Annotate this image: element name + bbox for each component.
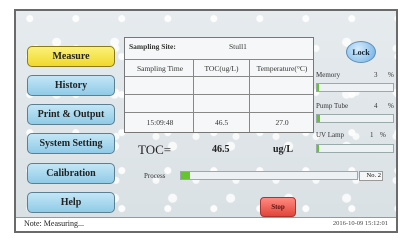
process-progress-fill — [181, 172, 190, 179]
table-divider — [125, 76, 313, 77]
lock-label: Lock — [352, 47, 370, 57]
help-button[interactable]: Help — [27, 192, 115, 213]
process-step-box: No. 2 — [359, 171, 383, 181]
calibration-button[interactable]: Calibration — [27, 163, 115, 184]
pump-tube-bar — [316, 114, 394, 123]
pump-tube-value: 4 — [374, 102, 378, 110]
process-label: Process — [144, 172, 166, 180]
status-note: Note: Measuring... — [24, 219, 84, 228]
help-label: Help — [60, 197, 82, 208]
uv-lamp-value: 1 — [370, 131, 374, 139]
stop-button[interactable]: Stop — [260, 197, 296, 217]
memory-bar — [316, 83, 394, 92]
toc-label: TOC= — [138, 142, 172, 157]
uv-lamp-fill — [317, 145, 319, 152]
sampling-site-value: Stull1 — [229, 42, 247, 51]
lock-button[interactable]: Lock — [346, 41, 376, 63]
process-step: No. 2 — [366, 172, 381, 179]
status-bar: Note: Measuring... 2016-10-09 15:12:01 — [16, 217, 396, 231]
sampling-site-label: Sampling Site: — [129, 42, 176, 51]
status-datetime: 2016-10-09 15:12:01 — [332, 220, 388, 227]
table-divider — [125, 112, 313, 113]
pump-tube-unit: % — [388, 102, 394, 110]
uv-lamp-label: UV Lamp — [316, 131, 345, 139]
history-button[interactable]: History — [27, 75, 115, 96]
instrument-screen: Measure History Print & Output System Se… — [14, 9, 398, 233]
system-setting-button[interactable]: System Setting — [27, 133, 115, 154]
stop-label: Stop — [271, 203, 285, 211]
print-output-button[interactable]: Print & Output — [27, 104, 115, 125]
table-cell-toc: 46.5 — [214, 118, 229, 127]
toc-value: 46.5 — [212, 144, 230, 155]
history-label: History — [54, 80, 88, 91]
uv-lamp-bar — [316, 144, 394, 153]
process-progress-bar — [180, 171, 358, 180]
column-header-toc: TOC(ug/L) — [204, 64, 239, 73]
memory-fill — [317, 84, 320, 91]
pump-tube-fill — [317, 115, 321, 122]
table-cell-time: 15:09:48 — [146, 118, 174, 127]
column-header-time: Sampling Time — [136, 64, 184, 73]
calibration-label: Calibration — [46, 168, 96, 179]
memory-value: 3 — [374, 71, 378, 79]
table-divider — [125, 94, 313, 95]
pump-tube-label: Pump Tube — [316, 102, 349, 110]
column-header-temperature: Temperature(°C) — [256, 64, 308, 73]
measure-button[interactable]: Measure — [27, 46, 115, 67]
table-divider — [125, 59, 313, 60]
system-setting-label: System Setting — [39, 138, 103, 149]
sampling-table: Sampling Site: Stull1 Sampling Time TOC(… — [124, 37, 314, 133]
memory-label: Memory — [316, 71, 341, 79]
uv-lamp-unit: % — [380, 131, 386, 139]
measure-label: Measure — [52, 51, 90, 62]
memory-unit: % — [388, 71, 394, 79]
table-cell-temperature: 27.0 — [275, 118, 289, 127]
toc-unit: ug/L — [273, 144, 294, 155]
print-output-label: Print & Output — [37, 109, 105, 120]
